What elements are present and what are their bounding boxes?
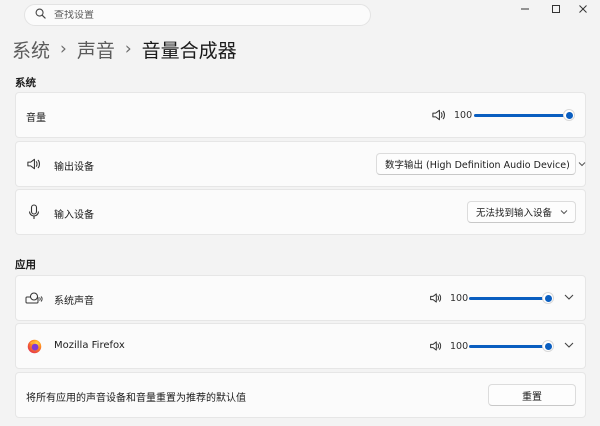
app-volume-slider-thumb-firefox[interactable]	[542, 340, 554, 352]
output-device-dropdown[interactable]: 数字输出 (High Definition Audio Device)	[376, 153, 586, 175]
speaker-icon	[26, 157, 41, 174]
minimize-icon	[521, 8, 529, 10]
reset-defaults-card: 将所有应用的声音设备和音量重置为推荐的默认值 重置	[15, 372, 586, 418]
section-title-apps: 应用	[15, 259, 36, 271]
input-device-dropdown[interactable]: 无法找到输入设备	[467, 201, 576, 223]
output-device-card: 输出设备 数字输出 (High Definition Audio Device)	[15, 141, 586, 187]
search-input[interactable]	[54, 9, 344, 21]
chevron-down-icon	[578, 159, 586, 170]
speaker-icon[interactable]	[429, 292, 442, 307]
app-volume-slider-track-system-sounds[interactable]	[469, 297, 549, 300]
input-device-card: 输入设备 无法找到输入设备	[15, 189, 586, 235]
speaker-icon[interactable]	[429, 340, 442, 355]
output-device-label: 输出设备	[54, 162, 94, 173]
chevron-right-icon: ›	[60, 39, 67, 59]
app-volume-slider-track-firefox[interactable]	[469, 345, 549, 348]
search-box[interactable]	[24, 4, 371, 26]
microphone-icon	[28, 204, 40, 223]
app-volume-slider-thumb-system-sounds[interactable]	[542, 292, 554, 304]
input-device-label: 输入设备	[54, 210, 94, 221]
close-button[interactable]	[566, 0, 600, 18]
app-name-system-sounds: 系统声音	[54, 296, 94, 307]
master-volume-slider-track[interactable]	[474, 114, 570, 117]
master-volume-value: 100	[454, 110, 473, 121]
firefox-icon	[27, 339, 42, 357]
output-device-selected: 数字输出 (High Definition Audio Device)	[385, 160, 570, 171]
input-device-selected: 无法找到输入设备	[476, 208, 553, 219]
speaker-icon[interactable]	[431, 108, 446, 125]
breadcrumb-item-system[interactable]: 系统	[12, 36, 50, 63]
chevron-right-icon: ›	[124, 39, 132, 59]
master-volume-label: 音量	[26, 113, 46, 124]
reset-description: 将所有应用的声音设备和音量重置为推荐的默认值	[26, 393, 246, 404]
close-icon	[579, 5, 587, 13]
expand-chevron-down-icon[interactable]	[564, 293, 574, 304]
app-volume-value-system-sounds: 100	[450, 293, 469, 304]
app-name-firefox: Mozilla Firefox	[54, 340, 125, 351]
app-volume-card-firefox: Mozilla Firefox 100	[15, 323, 586, 369]
breadcrumb: 系统 › 声音 › 音量合成器	[12, 33, 237, 65]
page-title: 音量合成器	[141, 39, 237, 62]
search-icon	[35, 8, 46, 22]
master-volume-card: 音量 100	[15, 92, 586, 138]
section-title-system: 系统	[15, 77, 36, 89]
app-volume-value-firefox: 100	[450, 341, 469, 352]
system-sounds-icon	[25, 292, 43, 307]
expand-chevron-down-icon[interactable]	[564, 341, 574, 352]
master-volume-slider-thumb[interactable]	[563, 109, 575, 121]
app-volume-card-system-sounds: 系统声音 100	[15, 275, 586, 321]
breadcrumb-item-sound[interactable]: 声音	[77, 36, 115, 63]
reset-button[interactable]: 重置	[488, 384, 576, 406]
chevron-down-icon	[560, 207, 568, 218]
maximize-icon	[552, 5, 560, 13]
minimize-button[interactable]	[508, 0, 542, 18]
